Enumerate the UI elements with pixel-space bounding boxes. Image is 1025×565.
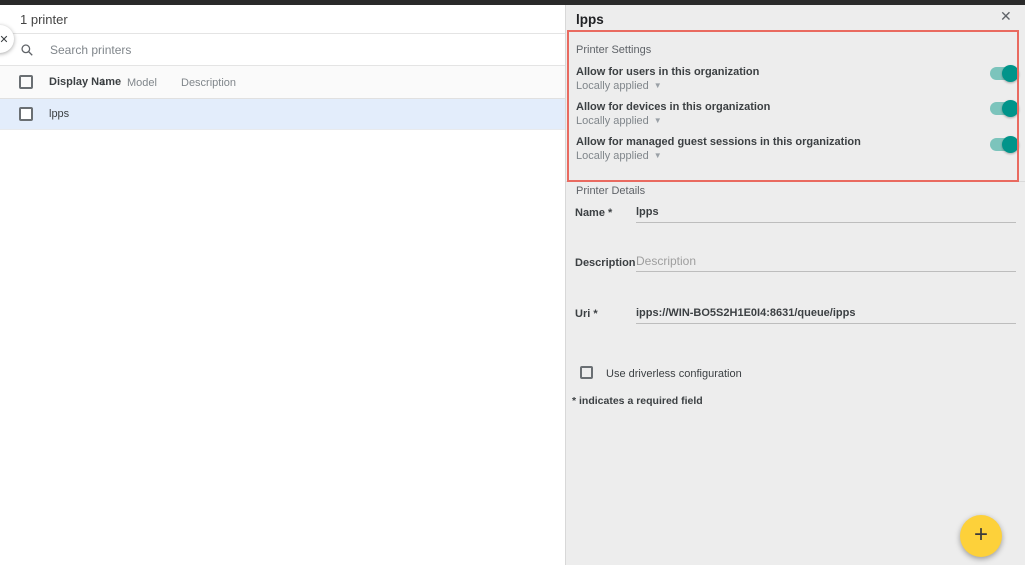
toggle-devices[interactable] [990,99,1018,117]
column-header-model[interactable]: Model [127,77,157,89]
applied-text: Locally applied [576,80,649,92]
top-window-strip [0,0,1025,5]
add-printer-fab[interactable]: + [960,515,1002,557]
dropdown-arrow-icon: ▼ [654,81,662,90]
printer-detail-panel: lpps ✕ Printer Settings Allow for users … [565,5,1025,565]
toggle-label-guest-sessions: Allow for managed guest sessions in this… [576,136,861,148]
row-display-name[interactable]: lpps [49,108,69,120]
list-header: 1 printer [0,5,565,34]
description-input[interactable] [636,250,1016,272]
uri-field-label: Uri * [575,308,598,320]
toggle-guest-sessions[interactable] [990,135,1018,153]
name-input[interactable] [636,201,1016,223]
description-field-label: Description [575,257,636,269]
toggle-label-devices: Allow for devices in this organization [576,101,770,113]
applied-scope-users[interactable]: Locally applied ▼ [576,80,662,92]
printer-list-panel: 1 printer Display Name ↓ Model Descripti… [0,5,565,565]
name-field-label: Name * [575,207,612,219]
panel-close-icon[interactable]: ✕ [1000,8,1012,25]
panel-title: lpps [576,12,604,27]
applied-scope-guest-sessions[interactable]: Locally applied ▼ [576,150,662,162]
toggle-label-users: Allow for users in this organization [576,66,759,78]
table-header-row: Display Name ↓ Model Description [0,66,565,99]
section-divider [566,181,1025,182]
sort-descending-icon[interactable]: ↓ [100,74,106,88]
toggle-thumb [1002,136,1019,153]
search-bar [0,34,565,66]
close-icon: ✕ [0,33,9,46]
applied-scope-devices[interactable]: Locally applied ▼ [576,115,662,127]
select-all-checkbox[interactable] [19,75,33,89]
column-header-display-name[interactable]: Display Name [49,76,121,88]
applied-text: Locally applied [576,115,649,127]
uri-input[interactable] [636,302,1016,324]
printer-count-label: 1 printer [20,12,68,27]
toggle-thumb [1002,65,1019,82]
printer-settings-label: Printer Settings [576,44,651,56]
toggle-thumb [1002,100,1019,117]
dropdown-arrow-icon: ▼ [654,116,662,125]
printer-details-label: Printer Details [576,185,645,197]
search-input[interactable] [50,43,450,57]
required-field-note: * indicates a required field [572,395,703,407]
dropdown-arrow-icon: ▼ [654,151,662,160]
plus-icon: + [974,523,988,547]
toggle-users[interactable] [990,64,1018,82]
applied-text: Locally applied [576,150,649,162]
driverless-checkbox[interactable] [580,366,593,379]
driverless-label: Use driverless configuration [606,368,742,380]
printer-row-lpps[interactable]: lpps [0,99,565,130]
row-checkbox[interactable] [19,107,33,121]
column-header-description[interactable]: Description [181,77,236,89]
search-icon [20,43,34,57]
